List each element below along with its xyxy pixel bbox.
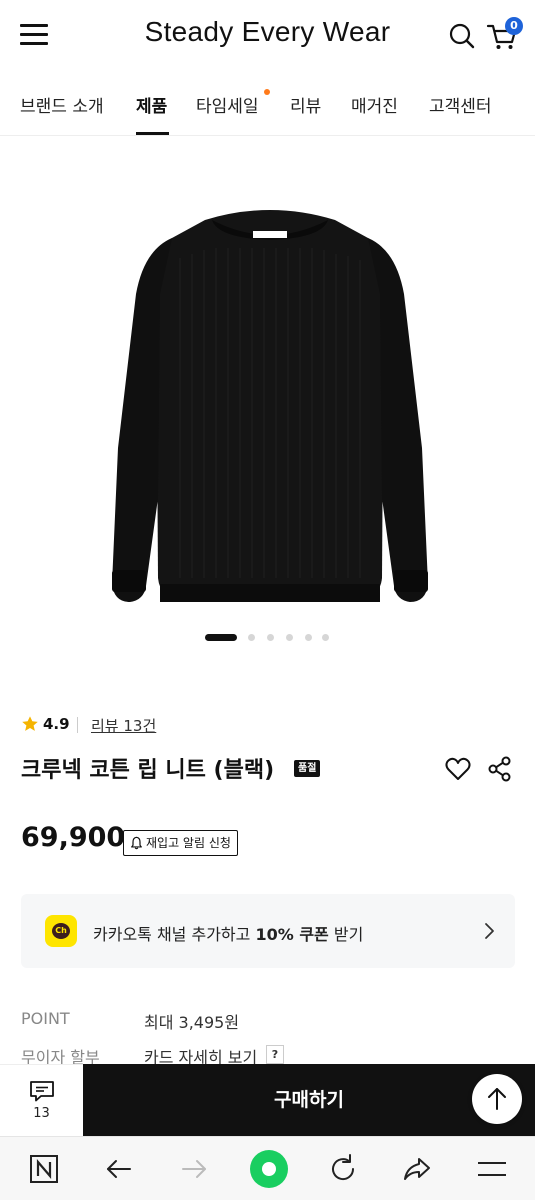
review-count-link[interactable]: 리뷰 13건 bbox=[91, 715, 156, 736]
wishlist-heart-icon[interactable] bbox=[444, 755, 472, 783]
refresh-icon[interactable] bbox=[325, 1151, 361, 1187]
search-icon[interactable] bbox=[448, 22, 476, 50]
nav-item-magazine[interactable]: 매거진 bbox=[351, 92, 398, 117]
main-nav: 브랜드 소개 제품 타임세일 리뷰 매거진 고객센터 bbox=[0, 78, 535, 136]
carousel-dot[interactable] bbox=[286, 634, 293, 641]
carousel-dot[interactable] bbox=[322, 634, 329, 641]
restock-alert-label: 재입고 알림 신청 bbox=[146, 836, 231, 850]
arrow-up-icon bbox=[488, 1088, 506, 1110]
naver-home-icon[interactable] bbox=[26, 1151, 62, 1187]
nav-item-brand-intro[interactable]: 브랜드 소개 bbox=[20, 92, 104, 117]
comment-count: 13 bbox=[33, 1106, 50, 1121]
cart-count-badge: 0 bbox=[505, 17, 523, 35]
kakao-channel-banner[interactable]: Ch 카카오톡 채널 추가하고 10% 쿠폰 받기 bbox=[21, 894, 515, 968]
kakao-channel-icon-text: Ch bbox=[52, 923, 70, 939]
kakao-channel-icon: Ch bbox=[45, 915, 77, 947]
carousel-dot[interactable] bbox=[305, 634, 312, 641]
comment-icon bbox=[30, 1081, 54, 1102]
nav-item-customer-center[interactable]: 고객센터 bbox=[429, 92, 492, 117]
buy-button[interactable]: 구매하기 bbox=[83, 1064, 535, 1136]
carousel-dot[interactable] bbox=[205, 634, 237, 641]
carousel-dot[interactable] bbox=[267, 634, 274, 641]
point-value: 최대 3,495원 bbox=[144, 1013, 240, 1032]
share-arrow-icon[interactable] bbox=[399, 1151, 435, 1187]
chevron-right-icon bbox=[485, 923, 494, 939]
scroll-to-top-button[interactable] bbox=[472, 1074, 522, 1124]
rating-value: 4.9 bbox=[43, 715, 70, 733]
app-header: Steady Every Wear 0 bbox=[0, 0, 535, 72]
kakao-text-bold: 10% 쿠폰 bbox=[255, 925, 329, 944]
product-price: 69,900 bbox=[21, 822, 126, 853]
kakao-text-after: 받기 bbox=[328, 925, 364, 944]
restock-alert-button[interactable]: 재입고 알림 신청 bbox=[123, 830, 238, 856]
comment-button[interactable]: 13 bbox=[0, 1064, 83, 1136]
nav-item-time-sale[interactable]: 타임세일 bbox=[196, 92, 259, 117]
purchase-bar: 13 구매하기 bbox=[0, 1064, 535, 1136]
soldout-badge: 품절 bbox=[294, 760, 321, 777]
new-indicator-dot bbox=[264, 89, 270, 95]
nav-active-underline bbox=[136, 132, 169, 135]
product-title: 크루넥 코튼 립 니트 (블랙) bbox=[21, 758, 275, 783]
star-icon bbox=[22, 716, 38, 731]
carousel-dot[interactable] bbox=[248, 634, 255, 641]
image-carousel-indicator bbox=[205, 632, 335, 642]
browser-toolbar bbox=[0, 1136, 535, 1200]
point-label: POINT bbox=[21, 1009, 70, 1028]
nav-item-products[interactable]: 제품 bbox=[136, 92, 167, 117]
forward-arrow-icon[interactable] bbox=[176, 1151, 212, 1187]
share-icon[interactable] bbox=[487, 755, 513, 783]
installment-help-button[interactable]: ? bbox=[266, 1045, 284, 1064]
menu-icon[interactable] bbox=[474, 1151, 510, 1187]
kakao-text-before: 카카오톡 채널 추가하고 bbox=[93, 925, 256, 944]
bell-icon bbox=[131, 836, 142, 850]
back-arrow-icon[interactable] bbox=[101, 1151, 137, 1187]
kakao-banner-text: 카카오톡 채널 추가하고 10% 쿠폰 받기 bbox=[93, 921, 363, 945]
product-image[interactable] bbox=[100, 198, 440, 628]
green-dot-icon[interactable] bbox=[249, 1149, 289, 1189]
divider bbox=[77, 717, 78, 733]
nav-item-reviews[interactable]: 리뷰 bbox=[290, 92, 321, 117]
